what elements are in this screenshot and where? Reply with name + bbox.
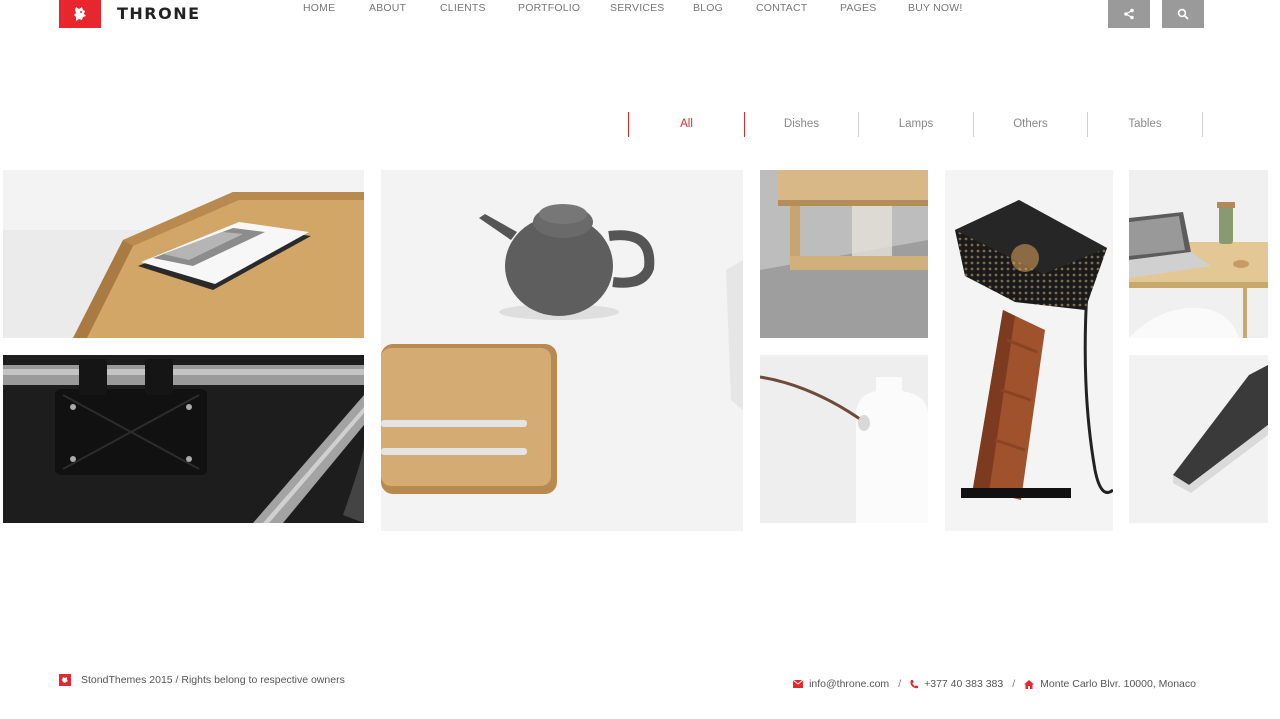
share-button[interactable]	[1108, 0, 1150, 28]
filter-tables[interactable]: Tables	[1088, 112, 1202, 137]
tablet-closeup-image	[1129, 355, 1268, 523]
laptop-desk-image	[1129, 170, 1268, 338]
contact-separator: /	[1012, 678, 1016, 690]
nav-services[interactable]: SERVICES	[610, 2, 665, 14]
envelope-icon	[793, 680, 804, 688]
portfolio-item-bottle[interactable]	[760, 355, 928, 523]
nav-contact[interactable]: CONTACT	[756, 2, 807, 14]
filter-dishes[interactable]: Dishes	[745, 112, 858, 137]
perforated-lamp-image	[945, 170, 1113, 531]
white-bottle-image	[760, 355, 928, 523]
filter-divider	[1202, 112, 1203, 137]
contact-email[interactable]: info@throne.com	[809, 678, 889, 690]
nav-blog[interactable]: BLOG	[693, 2, 723, 14]
filter-lamps[interactable]: Lamps	[859, 112, 973, 137]
portfolio-item-shelf[interactable]	[760, 170, 928, 338]
bike-bag-image	[3, 355, 364, 523]
phone-icon	[910, 679, 919, 689]
search-button[interactable]	[1162, 0, 1204, 28]
nav-about[interactable]: ABOUT	[369, 2, 406, 14]
footer-copyright: StondThemes 2015 / Rights belong to resp…	[59, 673, 345, 687]
lion-crest-icon	[59, 0, 101, 28]
site-logo[interactable]: THRONE	[59, 0, 201, 28]
copyright-text: StondThemes 2015 / Rights belong to resp…	[81, 674, 345, 686]
filter-others[interactable]: Others	[974, 112, 1087, 137]
contact-address: Monte Carlo Blvr. 10000, Monaco	[1040, 678, 1196, 690]
desk-magazine-image	[3, 170, 364, 338]
portfolio-item-tablet[interactable]	[1129, 355, 1268, 523]
contact-separator: /	[898, 678, 902, 690]
shelf-table-image	[760, 170, 928, 338]
nav-pages[interactable]: PAGES	[840, 2, 876, 14]
teapot-tray-image	[381, 170, 743, 531]
brand-name: THRONE	[117, 4, 201, 23]
portfolio-item-teapot[interactable]	[381, 170, 743, 531]
portfolio-item-desk[interactable]	[3, 170, 364, 338]
lion-crest-icon	[59, 674, 71, 686]
portfolio-item-lamp[interactable]	[945, 170, 1113, 531]
footer-contact: info@throne.com / +377 40 383 383 / Mont…	[793, 677, 1196, 691]
share-icon	[1124, 8, 1134, 20]
portfolio-item-bike-bag[interactable]	[3, 355, 364, 523]
contact-phone[interactable]: +377 40 383 383	[924, 678, 1003, 690]
filter-all[interactable]: All	[629, 112, 744, 137]
home-icon	[1024, 679, 1035, 689]
nav-clients[interactable]: CLIENTS	[440, 2, 486, 14]
nav-portfolio[interactable]: PORTFOLIO	[518, 2, 580, 14]
nav-home[interactable]: HOME	[303, 2, 335, 14]
nav-buy-now[interactable]: BUY NOW!	[908, 2, 963, 14]
portfolio-item-laptop[interactable]	[1129, 170, 1268, 338]
search-icon	[1177, 8, 1189, 20]
